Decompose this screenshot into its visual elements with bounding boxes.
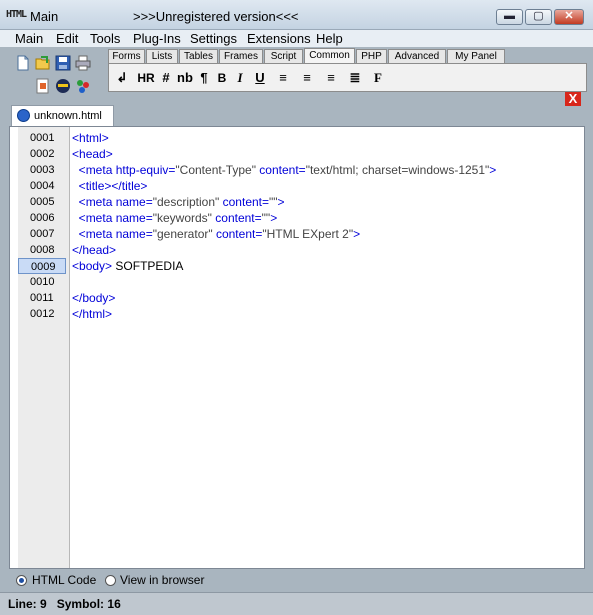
line-number: 0005 xyxy=(30,196,55,208)
italic-button[interactable]: I xyxy=(233,70,247,86)
code-text-area[interactable]: <html> <head> <meta http-equiv="Content-T… xyxy=(72,127,580,568)
menu-settings[interactable]: Settings xyxy=(190,31,237,46)
tab-frames[interactable]: Frames xyxy=(219,49,263,64)
symbol-label: Symbol: xyxy=(56,597,105,611)
tab-forms[interactable]: Forms xyxy=(108,49,145,64)
line-break-button[interactable]: ↲ xyxy=(113,70,131,86)
view-mode-bar: HTML Code View in browser xyxy=(9,570,585,592)
code-line[interactable]: <meta name="generator" content="HTML EXp… xyxy=(72,226,360,242)
view-in-browser-radio[interactable] xyxy=(105,575,116,586)
menu-tools[interactable]: Tools xyxy=(90,31,120,46)
app-logo-icon: HTML xyxy=(6,9,27,20)
line-number: 0009 xyxy=(18,258,66,274)
anchor-button[interactable]: # xyxy=(159,70,173,86)
html-code-radio[interactable] xyxy=(16,575,27,586)
line-number: 0002 xyxy=(30,148,55,160)
tab-advanced[interactable]: Advanced xyxy=(388,49,446,64)
new-file-icon[interactable] xyxy=(15,55,31,71)
underline-button[interactable]: U xyxy=(253,70,267,86)
line-label: Line: xyxy=(8,597,37,611)
code-line[interactable]: </html> xyxy=(72,306,112,322)
maximize-button[interactable]: ▢ xyxy=(525,9,552,25)
horizontal-rule-button[interactable]: HR xyxy=(135,70,157,86)
code-line[interactable]: <meta name="description" content=""> xyxy=(72,194,285,210)
registration-status: >>>Unregistered version<<< xyxy=(133,9,299,24)
bold-button[interactable]: B xyxy=(215,70,229,86)
menu-bar: Main Edit Tools Plug-Ins Settings Extens… xyxy=(0,30,593,47)
symbol-value: 16 xyxy=(107,597,121,611)
title-bar: HTML Main >>>Unregistered version<<< ▬ ▢… xyxy=(0,0,593,30)
menu-main[interactable]: Main xyxy=(15,31,43,46)
menu-extensions[interactable]: Extensions xyxy=(247,31,311,46)
view-in-browser-label[interactable]: View in browser xyxy=(120,573,204,587)
save-icon[interactable] xyxy=(55,55,71,71)
code-line[interactable]: <html> xyxy=(72,130,109,146)
window-title: Main xyxy=(30,9,59,24)
menu-help[interactable]: Help xyxy=(316,31,343,46)
paragraph-button[interactable]: ¶ xyxy=(197,70,211,86)
line-value: 9 xyxy=(40,597,47,611)
document-tab[interactable]: unknown.html xyxy=(11,105,114,126)
justify-button[interactable]: ≣ xyxy=(347,70,363,86)
color-picker-icon[interactable] xyxy=(75,78,91,94)
align-right-button[interactable]: ≡ xyxy=(323,70,339,86)
html-file-icon xyxy=(17,109,30,122)
document-tab-label: unknown.html xyxy=(34,110,102,122)
menu-plugins[interactable]: Plug-Ins xyxy=(133,31,181,46)
export-pdf-icon[interactable] xyxy=(35,78,51,94)
tab-tables[interactable]: Tables xyxy=(179,49,218,64)
align-center-button[interactable]: ≡ xyxy=(275,70,291,86)
validator-icon[interactable] xyxy=(55,78,71,94)
tab-lists[interactable]: Lists xyxy=(146,49,178,64)
line-number: 0007 xyxy=(30,228,55,240)
code-editor[interactable]: 0001 0002 0003 0004 0005 0006 0007 0008 0009 0010… xyxy=(9,126,585,569)
align-left-button[interactable]: ≡ xyxy=(299,70,315,86)
code-line[interactable]: <meta http-equiv="Content-Type" content=… xyxy=(72,162,497,178)
close-window-button[interactable]: ✕ xyxy=(554,9,584,25)
open-folder-icon[interactable] xyxy=(35,55,51,71)
line-number: 0010 xyxy=(30,276,55,288)
menu-edit[interactable]: Edit xyxy=(56,31,78,46)
tab-my-panel[interactable]: My Panel xyxy=(447,49,505,64)
code-line[interactable]: </head> xyxy=(72,242,116,258)
code-line[interactable]: <head> xyxy=(72,146,113,162)
tab-php[interactable]: PHP xyxy=(356,49,387,64)
tab-script[interactable]: Script xyxy=(264,49,303,64)
nbsp-button[interactable]: nb xyxy=(175,70,195,86)
code-line[interactable]: <title></title> xyxy=(72,178,148,194)
font-button[interactable]: F xyxy=(371,70,385,86)
minimize-button[interactable]: ▬ xyxy=(496,9,523,25)
common-panel-toolbar: ↲ HR # nb ¶ B I U ≡ ≡ ≡ ≣ F xyxy=(108,63,587,92)
code-line[interactable]: </body> xyxy=(72,290,115,306)
status-bar: Line: 9 Symbol: 16 xyxy=(0,592,593,615)
code-line[interactable]: <meta name="keywords" content=""> xyxy=(72,210,278,226)
toolbar-area: Forms Lists Tables Frames Script Common … xyxy=(9,47,587,103)
code-line[interactable]: <body> SOFTPEDIA xyxy=(72,258,183,274)
line-number: 0011 xyxy=(30,292,54,304)
line-number-gutter: 0001 0002 0003 0004 0005 0006 0007 0008 0009 0010… xyxy=(18,127,70,568)
line-number: 0003 xyxy=(30,164,55,176)
line-number: 0008 xyxy=(30,244,55,256)
line-number: 0001 xyxy=(30,132,55,144)
html-code-label[interactable]: HTML Code xyxy=(32,573,96,587)
line-number: 0006 xyxy=(30,212,55,224)
close-panel-button[interactable]: X xyxy=(565,92,581,106)
print-icon[interactable] xyxy=(75,55,91,71)
line-number: 0004 xyxy=(30,180,55,192)
line-number: 0012 xyxy=(30,308,55,320)
